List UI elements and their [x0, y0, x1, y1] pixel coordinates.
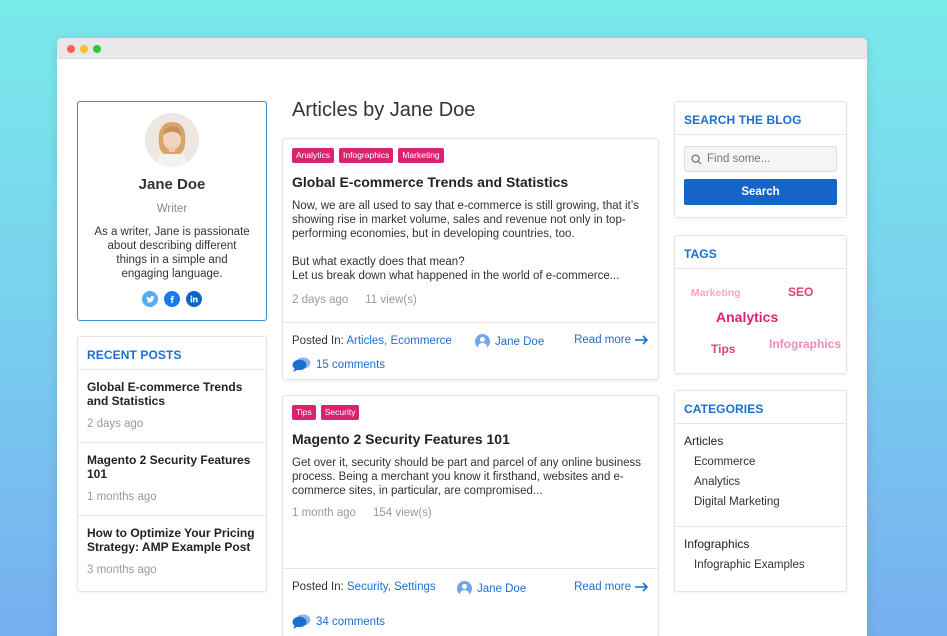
page-title: Articles by Jane Doe [292, 99, 476, 121]
arrow-right-icon [635, 335, 649, 345]
posted-in-label: Posted In: [292, 581, 344, 593]
categories-widget-title: CATEGORIES [675, 391, 846, 424]
close-window-button[interactable] [67, 45, 75, 53]
search-icon [691, 153, 702, 165]
user-icon [457, 581, 472, 596]
search-box[interactable] [684, 146, 837, 172]
tag-analytics[interactable]: Analytics [292, 148, 335, 163]
cloud-tag-marketing[interactable]: Marketing [691, 287, 741, 299]
twitter-icon[interactable] [142, 291, 158, 307]
arrow-right-icon [635, 582, 649, 592]
categories-widget: CATEGORIES Articles Ecommerce Analytics … [674, 390, 847, 592]
recent-posts-title: RECENT POSTS [78, 337, 266, 370]
article-categories-link[interactable]: Security, Settings [347, 581, 436, 593]
recent-post-item[interactable]: Magento 2 Security Features 101 1 months… [78, 443, 266, 516]
category-infographic-examples[interactable]: Infographic Examples [675, 559, 846, 571]
cloud-tag-tips[interactable]: Tips [711, 342, 735, 356]
maximize-window-button[interactable] [93, 45, 101, 53]
category-digital-marketing[interactable]: Digital Marketing [675, 496, 846, 508]
comments-link[interactable]: 15 comments [292, 357, 385, 372]
read-more-link[interactable]: Read more [574, 581, 649, 593]
article-tags: Analytics Infographics Marketing [292, 148, 444, 163]
article-meta: 1 month ago 154 view(s) [292, 507, 432, 519]
linkedin-icon[interactable] [186, 291, 202, 307]
minimize-window-button[interactable] [80, 45, 88, 53]
article-card: Analytics Infographics Marketing Global … [282, 138, 659, 380]
article-author-name[interactable]: Jane Doe [477, 583, 526, 595]
article-footer: Posted In: Articles, Ecommerce Jane Doe … [283, 322, 658, 379]
tag-infographics[interactable]: Infographics [339, 148, 394, 163]
author-role: Writer [156, 203, 188, 215]
category-divider [675, 526, 846, 527]
social-links [78, 291, 266, 307]
tag-tips[interactable]: Tips [292, 405, 316, 420]
user-icon [475, 334, 490, 349]
author-bio: As a writer, Jane is passionate about de… [94, 226, 250, 280]
browser-window: Jane Doe Writer As a writer, Jane is pas… [57, 38, 867, 636]
article-author-name[interactable]: Jane Doe [495, 336, 544, 348]
tags-widget-title: TAGS [675, 236, 846, 269]
category-analytics[interactable]: Analytics [675, 476, 846, 488]
article-excerpt: Get over it, security should be part and… [292, 457, 642, 497]
recent-post-item[interactable]: Global E-commerce Trends and Statistics … [78, 370, 266, 443]
category-infographics[interactable]: Infographics [675, 537, 846, 551]
window-titlebar [57, 38, 867, 59]
category-articles[interactable]: Articles [675, 434, 846, 448]
article-footer: Posted In: Security, Settings Jane Doe R… [283, 568, 658, 636]
recent-post-date: 3 months ago [87, 564, 157, 576]
posted-in: Posted In: Articles, Ecommerce [292, 335, 452, 347]
search-widget: SEARCH THE BLOG Search [674, 101, 847, 218]
comments-count[interactable]: 15 comments [316, 359, 385, 371]
author-avatar [145, 113, 199, 167]
read-more-link[interactable]: Read more [574, 334, 649, 346]
comments-link[interactable]: 34 comments [292, 614, 385, 629]
search-widget-title: SEARCH THE BLOG [675, 102, 846, 135]
recent-post-title[interactable]: Global E-commerce Trends and Statistics [87, 380, 257, 408]
recent-post-date: 1 months ago [87, 491, 157, 503]
cloud-tag-infographics[interactable]: Infographics [769, 337, 841, 351]
facebook-icon[interactable] [164, 291, 180, 307]
recent-posts-widget: RECENT POSTS Global E-commerce Trends an… [77, 336, 267, 592]
cloud-tag-seo[interactable]: SEO [788, 285, 813, 299]
article-date: 1 month ago [292, 507, 356, 519]
article-title[interactable]: Global E-commerce Trends and Statistics [292, 174, 568, 190]
article-title[interactable]: Magento 2 Security Features 101 [292, 431, 510, 447]
article-card: Tips Security Magento 2 Security Feature… [282, 395, 659, 636]
posted-in-label: Posted In: [292, 335, 344, 347]
article-meta: 2 days ago 11 view(s) [292, 294, 417, 306]
article-categories-link[interactable]: Articles, Ecommerce [346, 335, 451, 347]
tag-security[interactable]: Security [320, 405, 360, 420]
comments-icon [292, 357, 311, 372]
search-input[interactable] [707, 153, 827, 165]
comments-icon [292, 614, 311, 629]
cloud-tag-analytics[interactable]: Analytics [716, 309, 778, 325]
recent-post-title[interactable]: Magento 2 Security Features 101 [87, 453, 257, 481]
author-name: Jane Doe [138, 176, 206, 193]
posted-in: Posted In: Security, Settings [292, 581, 436, 593]
comments-count[interactable]: 34 comments [316, 616, 385, 628]
article-views: 154 view(s) [372, 507, 432, 519]
category-ecommerce[interactable]: Ecommerce [675, 456, 846, 468]
tag-marketing[interactable]: Marketing [398, 148, 444, 163]
article-author-link[interactable]: Jane Doe [475, 334, 544, 349]
article-date: 2 days ago [292, 294, 349, 306]
read-more-label[interactable]: Read more [574, 334, 631, 346]
read-more-label[interactable]: Read more [574, 581, 631, 593]
author-card: Jane Doe Writer As a writer, Jane is pas… [77, 101, 267, 321]
article-views: 11 view(s) [365, 294, 417, 306]
search-button[interactable]: Search [684, 179, 837, 205]
recent-post-title[interactable]: How to Optimize Your Pricing Strategy: A… [87, 526, 257, 554]
article-tags: Tips Security [292, 405, 360, 420]
tags-widget: TAGS Marketing SEO Analytics Tips Infogr… [674, 235, 847, 374]
recent-post-item[interactable]: How to Optimize Your Pricing Strategy: A… [78, 516, 266, 589]
article-excerpt: Now, we are all used to say that e-comme… [292, 200, 639, 282]
recent-post-date: 2 days ago [87, 418, 144, 430]
article-author-link[interactable]: Jane Doe [457, 581, 526, 596]
